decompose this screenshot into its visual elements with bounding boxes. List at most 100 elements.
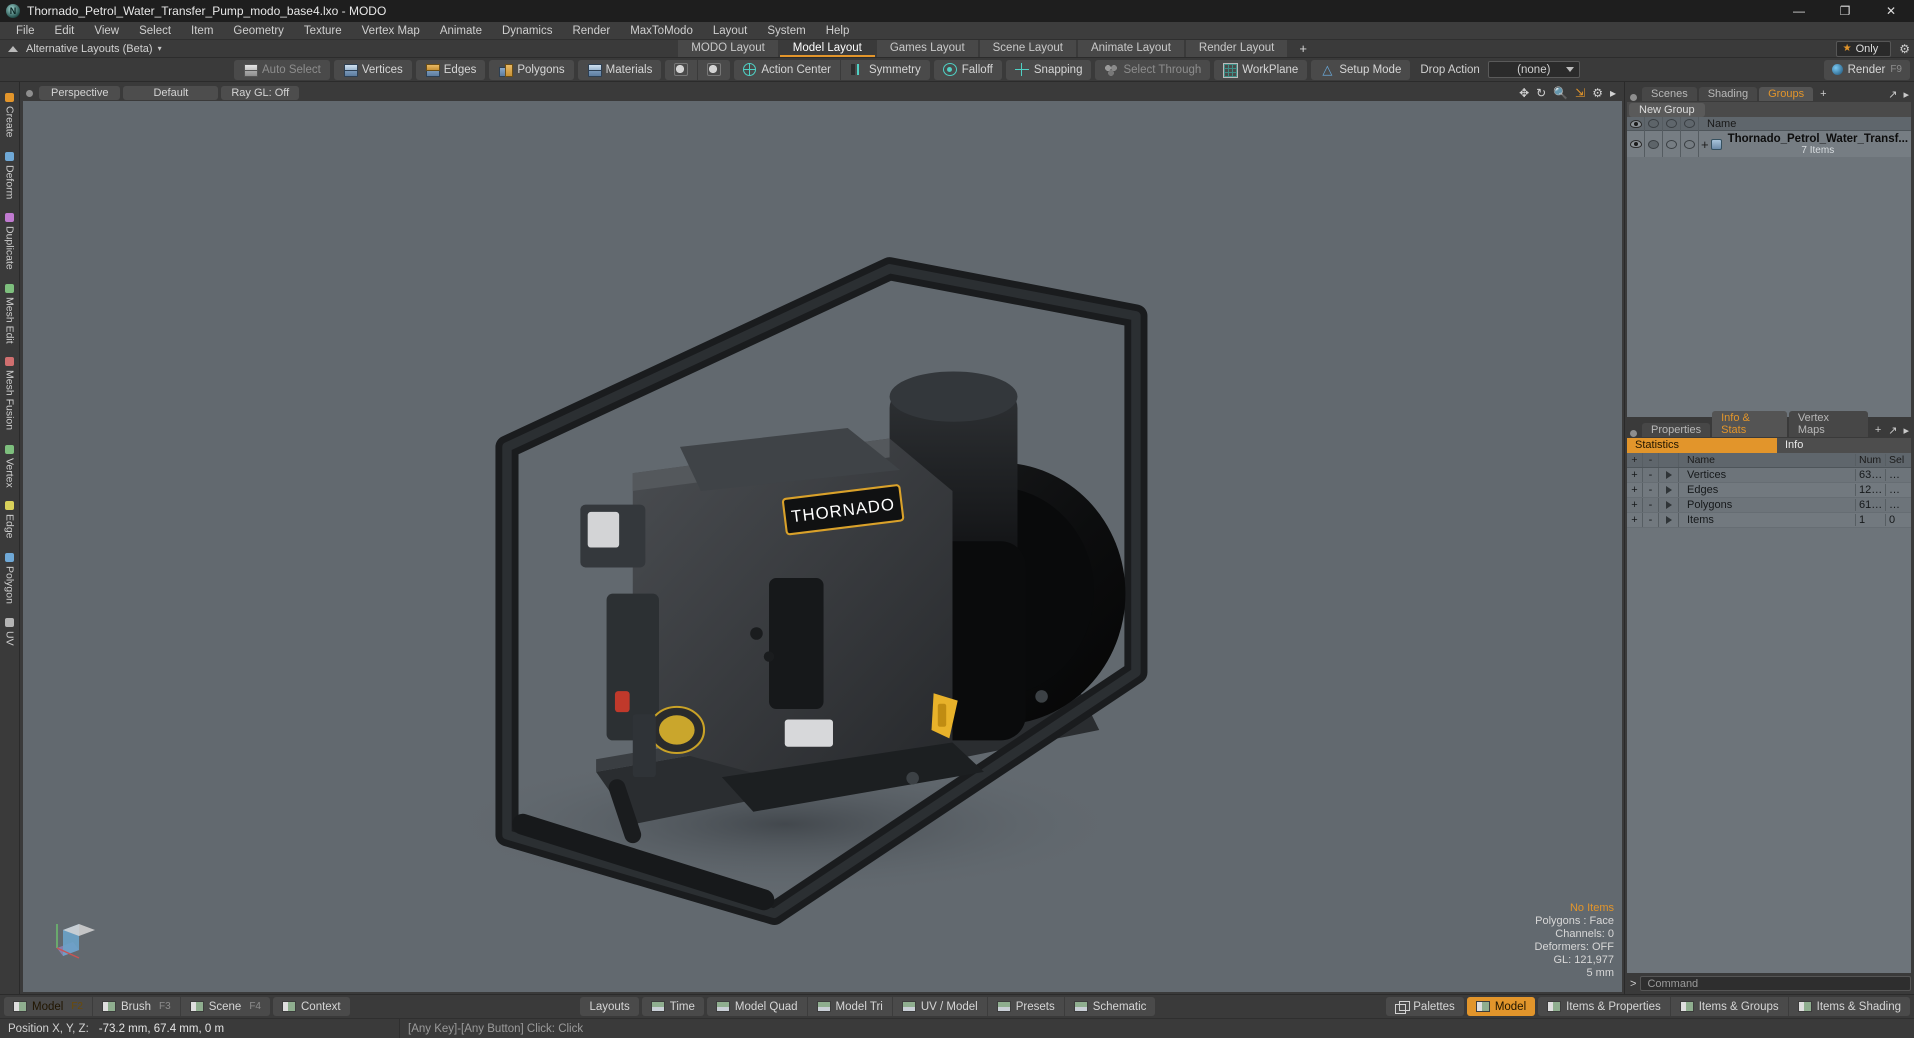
- falloff-button[interactable]: Falloff: [934, 60, 1002, 80]
- polygons-button[interactable]: Polygons: [489, 60, 573, 80]
- row-expander[interactable]: +: [1699, 137, 1711, 152]
- row-wireframe-toggle[interactable]: [1663, 131, 1681, 157]
- viewport-3d-canvas[interactable]: THORNADO No Items Polygons: Face Channe…: [23, 101, 1622, 992]
- alternative-layouts-dropdown[interactable]: Alternative Layouts (Beta) ▾: [0, 40, 162, 57]
- tab-shading[interactable]: Shading: [1698, 87, 1758, 101]
- vertices-button[interactable]: Vertices: [334, 60, 412, 80]
- menu-select[interactable]: Select: [129, 22, 181, 40]
- rail-item-mesh-fusion[interactable]: Mesh Fusion: [4, 350, 16, 437]
- tab-scenes[interactable]: Scenes: [1642, 87, 1697, 101]
- rail-item-edge[interactable]: Edge: [4, 494, 16, 546]
- table-row[interactable]: + - Vertices 63… …: [1627, 468, 1911, 483]
- rail-item-duplicate[interactable]: Duplicate: [4, 206, 16, 277]
- row-add-button[interactable]: +: [1627, 498, 1643, 512]
- stats-menu-icon[interactable]: [1630, 430, 1637, 437]
- rail-item-polygon[interactable]: Polygon: [4, 546, 16, 611]
- move-icon[interactable]: ✥: [1519, 86, 1529, 100]
- viewport-menu-icon[interactable]: [26, 89, 33, 97]
- menu-help[interactable]: Help: [816, 22, 860, 40]
- drop-action-dropdown[interactable]: (none): [1487, 61, 1580, 78]
- tab-info-stats[interactable]: Info & Stats: [1712, 411, 1787, 437]
- model-tri-button[interactable]: Model Tri: [806, 997, 892, 1016]
- row-expander[interactable]: [1659, 513, 1679, 527]
- menu-texture[interactable]: Texture: [294, 22, 352, 40]
- schematic-button[interactable]: Schematic: [1063, 997, 1156, 1016]
- auto-select-button[interactable]: Auto Select: [234, 60, 330, 80]
- menu-item[interactable]: Item: [181, 22, 223, 40]
- tab-properties[interactable]: Properties: [1641, 423, 1711, 437]
- row-visibility-toggle[interactable]: [1627, 131, 1645, 157]
- rotate-icon[interactable]: ↻: [1536, 86, 1546, 100]
- render-button[interactable]: Render F9: [1823, 59, 1910, 80]
- uv-model-button[interactable]: UV / Model: [891, 997, 987, 1016]
- table-row[interactable]: + - Polygons 61… …: [1627, 498, 1911, 513]
- chevron-right-icon[interactable]: ▸: [1903, 424, 1909, 437]
- row-expander[interactable]: [1659, 498, 1679, 512]
- items-properties-button[interactable]: Items & Properties: [1538, 997, 1670, 1016]
- chevron-right-icon[interactable]: ▸: [1610, 86, 1616, 100]
- fit-icon[interactable]: ⇲: [1575, 86, 1585, 100]
- rail-item-deform[interactable]: Deform: [4, 145, 16, 206]
- menu-animate[interactable]: Animate: [430, 22, 492, 40]
- row-expander[interactable]: [1659, 483, 1679, 497]
- minimize-button[interactable]: —: [1776, 0, 1822, 22]
- materials-button[interactable]: Materials: [578, 60, 662, 80]
- presets-button[interactable]: Presets: [986, 997, 1064, 1016]
- menu-edit[interactable]: Edit: [45, 22, 85, 40]
- items-groups-button[interactable]: Items & Groups: [1669, 997, 1788, 1016]
- row-render-toggle[interactable]: [1645, 131, 1663, 157]
- row-remove-button[interactable]: -: [1643, 468, 1659, 482]
- items-shading-button[interactable]: Items & Shading: [1787, 997, 1910, 1016]
- menu-render[interactable]: Render: [562, 22, 620, 40]
- row-remove-button[interactable]: -: [1643, 498, 1659, 512]
- rail-item-create[interactable]: Create: [4, 86, 16, 145]
- tab-render-layout[interactable]: Render Layout: [1185, 40, 1288, 57]
- menu-view[interactable]: View: [84, 22, 129, 40]
- viewport-shading-dropdown[interactable]: Default: [123, 86, 219, 100]
- snapping-button[interactable]: Snapping: [1006, 60, 1092, 80]
- close-button[interactable]: ✕: [1868, 0, 1914, 22]
- panel-menu-icon[interactable]: [1630, 94, 1637, 101]
- command-input[interactable]: Command: [1640, 976, 1911, 991]
- model-quad-button[interactable]: Model Quad: [707, 997, 807, 1016]
- menu-maxtomodo[interactable]: MaxToModo: [620, 22, 703, 40]
- new-group-button[interactable]: New Group: [1629, 102, 1705, 117]
- row-add-button[interactable]: +: [1627, 513, 1643, 527]
- add-stats-tab-button[interactable]: +: [1870, 423, 1886, 437]
- model-palette-button[interactable]: Model: [1466, 997, 1536, 1016]
- rail-item-mesh-edit[interactable]: Mesh Edit: [4, 277, 16, 351]
- symmetry-button[interactable]: Symmetry: [840, 59, 930, 80]
- tab-scene-layout[interactable]: Scene Layout: [979, 40, 1076, 57]
- menu-system[interactable]: System: [757, 22, 815, 40]
- row-remove-button[interactable]: -: [1643, 513, 1659, 527]
- menu-file[interactable]: File: [6, 22, 45, 40]
- workplane-button[interactable]: WorkPlane: [1214, 60, 1307, 80]
- collapse-icon[interactable]: [8, 45, 18, 52]
- tab-animate-layout[interactable]: Animate Layout: [1077, 40, 1184, 57]
- mode-model-button[interactable]: Model F2: [4, 997, 92, 1016]
- palettes-button[interactable]: Palettes: [1386, 997, 1464, 1016]
- table-row[interactable]: + Thornado_Petrol_Water_Transf... 7 Item…: [1627, 131, 1911, 157]
- tab-vertex-maps[interactable]: Vertex Maps: [1788, 411, 1868, 437]
- gear-icon[interactable]: ⚙: [1592, 86, 1603, 100]
- mode-brush-button[interactable]: Brush F3: [92, 997, 180, 1016]
- menu-dynamics[interactable]: Dynamics: [492, 22, 562, 40]
- menu-layout[interactable]: Layout: [703, 22, 758, 40]
- tab-model-layout[interactable]: Model Layout: [779, 40, 875, 57]
- expand-icon[interactable]: ↗: [1888, 424, 1897, 437]
- layouts-button[interactable]: Layouts: [580, 997, 639, 1016]
- zoom-icon[interactable]: 🔍: [1553, 86, 1568, 100]
- material-sphere-b-button[interactable]: [697, 59, 730, 80]
- segment-statistics[interactable]: Statistics: [1627, 438, 1777, 453]
- viewport-raygl-toggle[interactable]: Ray GL: Off: [221, 86, 300, 100]
- only-toggle-button[interactable]: ★ Only: [1835, 40, 1892, 57]
- chevron-right-icon[interactable]: ▸: [1903, 88, 1909, 101]
- mode-scene-button[interactable]: Scene F4: [179, 997, 270, 1016]
- material-sphere-a-button[interactable]: [665, 60, 697, 80]
- menu-geometry[interactable]: Geometry: [223, 22, 294, 40]
- tab-modo-layout[interactable]: MODO Layout: [678, 40, 778, 57]
- row-expander[interactable]: [1659, 468, 1679, 482]
- row-add-button[interactable]: +: [1627, 483, 1643, 497]
- context-button[interactable]: Context: [273, 997, 350, 1016]
- viewport-perspective-dropdown[interactable]: Perspective: [39, 86, 121, 100]
